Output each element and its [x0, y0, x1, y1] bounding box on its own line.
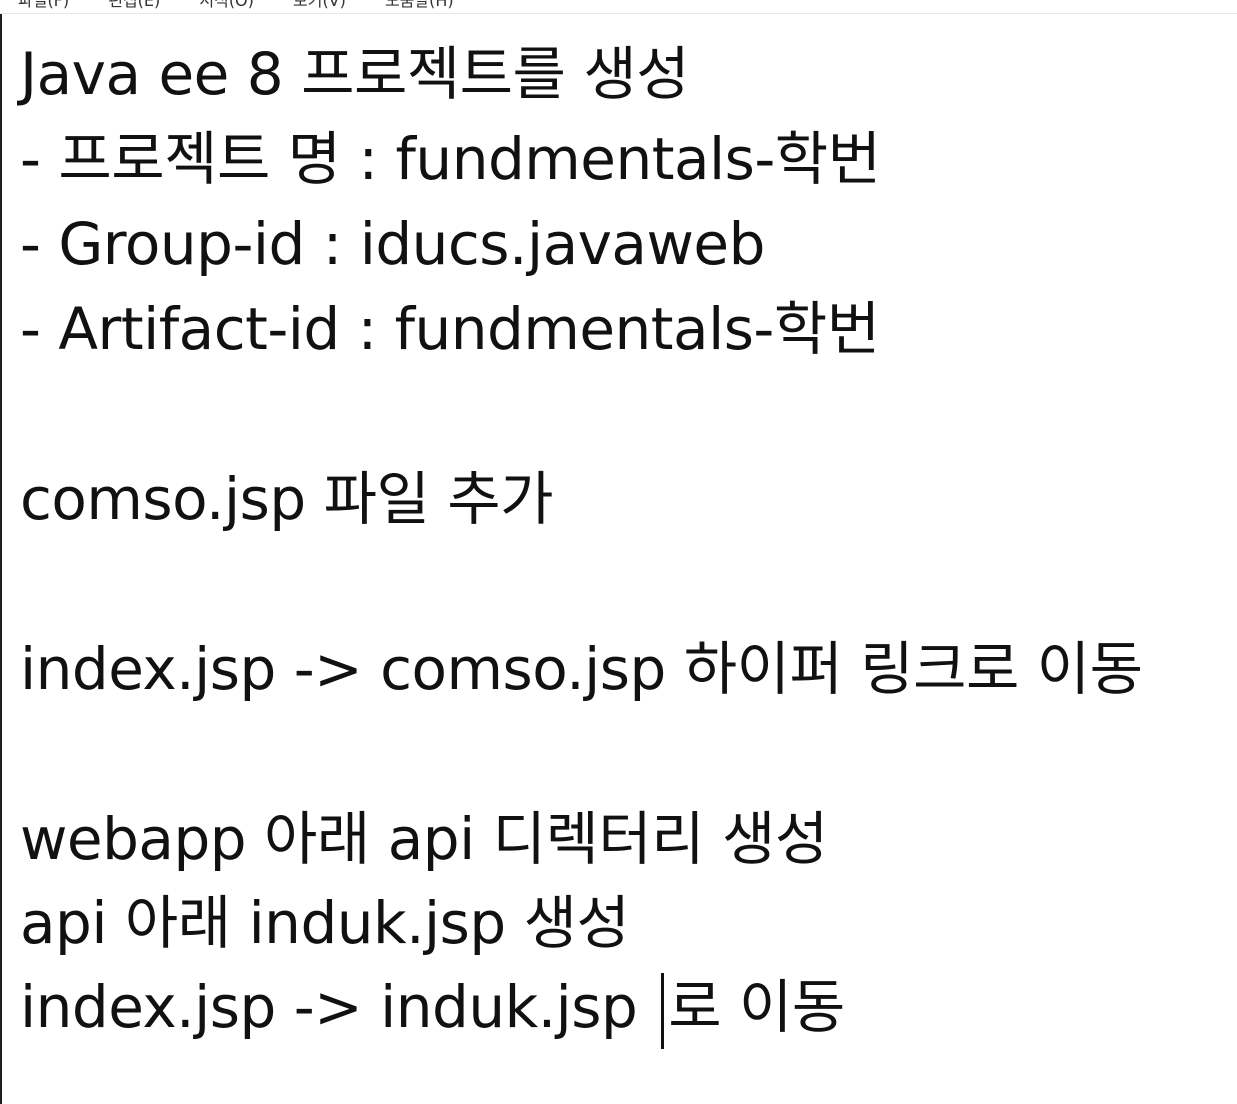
menu-file[interactable]: 파일(F) — [18, 0, 69, 10]
menu-items: 파일(F) 편집(E) 서식(O) 보기(V) 도움말(H) — [18, 0, 488, 10]
menu-edit[interactable]: 편집(E) — [108, 0, 160, 10]
menu-help[interactable]: 도움말(H) — [385, 0, 454, 10]
text-line-5 — [20, 372, 1220, 457]
text-before-cursor: index.jsp -> induk.jsp — [20, 973, 656, 1041]
document-text[interactable]: Java ee 8 프로젝트를 생성 - 프로젝트 명 : fundmental… — [20, 32, 1220, 1092]
text-line-10: webapp 아래 api 디렉터리 생성 — [20, 805, 828, 873]
text-line-3: - Group-id : iducs.javaweb — [20, 210, 765, 278]
menu-format[interactable]: 서식(O) — [199, 0, 254, 10]
text-line-11: api 아래 induk.jsp 생성 — [20, 889, 630, 957]
text-line-7 — [20, 542, 1220, 627]
text-line-12: index.jsp -> induk.jsp 로 이동 — [20, 965, 1220, 1049]
text-line-8: index.jsp -> comso.jsp 하이퍼 링크로 이동 — [20, 635, 1143, 703]
text-line-1: Java ee 8 프로젝트를 생성 — [20, 40, 690, 108]
text-line-4: - Artifact-id : fundmentals-학번 — [20, 295, 880, 363]
menu-view[interactable]: 보기(V) — [293, 0, 346, 10]
text-cursor — [661, 972, 665, 1049]
text-editor[interactable]: Java ee 8 프로젝트를 생성 - 프로젝트 명 : fundmental… — [0, 14, 1237, 1104]
text-line-6: comso.jsp 파일 추가 — [20, 465, 553, 533]
text-line-2: - 프로젝트 명 : fundmentals-학번 — [20, 125, 881, 193]
text-line-9 — [20, 712, 1220, 797]
text-after-cursor: 로 이동 — [668, 973, 845, 1041]
menu-bar: 파일(F) 편집(E) 서식(O) 보기(V) 도움말(H) — [0, 0, 1237, 14]
